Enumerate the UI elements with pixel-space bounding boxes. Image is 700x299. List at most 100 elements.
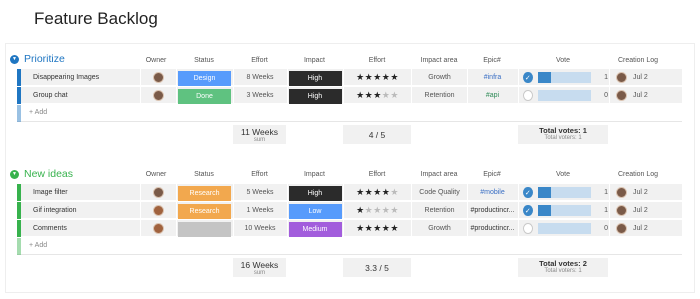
impact-cell[interactable]: High — [287, 184, 342, 201]
avatar[interactable] — [616, 72, 627, 83]
avatar[interactable] — [616, 205, 627, 216]
chevron-down-icon[interactable]: ▼ — [10, 54, 19, 64]
star-icon[interactable]: ★★★★★ — [356, 223, 399, 234]
col-header-epic: Epic# — [483, 171, 501, 178]
effort-total: 16 Weeks — [240, 260, 279, 270]
chevron-down-icon[interactable]: ▼ — [10, 169, 19, 179]
epic-cell[interactable]: #productincr... — [467, 202, 517, 219]
impact-area-cell[interactable]: Growth — [411, 69, 467, 86]
impact-cell[interactable]: High — [287, 87, 342, 104]
impact-area-cell[interactable]: Growth — [411, 220, 467, 237]
item-name[interactable]: Disappearing Images — [21, 69, 140, 86]
creation-log-cell[interactable]: Jul 2 — [609, 69, 682, 86]
impact-badge[interactable]: High — [288, 185, 342, 201]
impact-area-cell[interactable]: Retention — [411, 87, 467, 104]
vote-cell[interactable]: ✓ 1 — [518, 202, 608, 219]
rating-stars[interactable]: ★★★★★ — [343, 69, 411, 86]
vote-check-icon[interactable] — [523, 90, 533, 101]
avatar[interactable] — [616, 187, 627, 198]
vote-cell[interactable]: 0 — [518, 220, 608, 237]
impact-badge[interactable]: Low — [288, 203, 342, 219]
epic-cell[interactable]: #infra — [467, 69, 517, 86]
impact-badge[interactable]: High — [288, 88, 342, 104]
status-cell[interactable]: Research — [176, 202, 232, 219]
avatar[interactable] — [153, 223, 164, 234]
item-name[interactable]: Comments — [21, 220, 140, 237]
table-row[interactable]: Disappearing Images Design 8 Weeks High … — [17, 69, 682, 86]
status-badge[interactable]: Done — [178, 88, 231, 104]
star-icon[interactable]: ★★★★★ — [356, 90, 399, 101]
effort-cell[interactable]: 8 Weeks — [233, 69, 286, 86]
vote-check-icon[interactable] — [523, 223, 533, 234]
status-badge[interactable]: Research — [178, 185, 231, 201]
star-icon[interactable]: ★★★★★ — [356, 72, 399, 83]
rating-stars[interactable]: ★★★★★ — [343, 184, 411, 201]
add-item-row[interactable]: + Add — [17, 105, 682, 122]
creation-date: Jul 2 — [633, 189, 648, 196]
impact-cell[interactable]: Medium — [287, 220, 342, 237]
effort-cell[interactable]: 10 Weeks — [233, 220, 286, 237]
status-cell[interactable]: Research — [176, 184, 232, 201]
owner-cell[interactable] — [140, 184, 176, 201]
epic-cell[interactable]: #mobile — [467, 184, 517, 201]
group-title-prioritize[interactable]: ▼ Prioritize — [10, 53, 65, 65]
status-cell[interactable]: Done — [176, 87, 232, 104]
add-item-row[interactable]: + Add — [17, 238, 682, 255]
col-header-status: Status — [194, 57, 214, 64]
rating-stars[interactable]: ★★★★★ — [343, 220, 411, 237]
add-item-button[interactable]: + Add — [29, 109, 47, 116]
vote-check-icon[interactable]: ✓ — [523, 187, 533, 198]
vote-cell[interactable]: ✓ 1 — [518, 184, 608, 201]
epic-cell[interactable]: #api — [467, 87, 517, 104]
status-cell[interactable]: Design — [176, 69, 232, 86]
impact-badge[interactable]: Medium — [288, 221, 342, 237]
star-icon[interactable]: ★★★★★ — [356, 205, 399, 216]
col-header-creation-log: Creation Log — [617, 57, 659, 64]
effort-cell[interactable]: 3 Weeks — [233, 87, 286, 104]
table-row[interactable]: Gif integration Research 1 Weeks Low ★★★… — [17, 202, 682, 219]
impact-area-cell[interactable]: Retention — [411, 202, 467, 219]
impact-badge[interactable]: High — [288, 70, 342, 86]
vote-progress-bar — [537, 223, 592, 234]
avatar[interactable] — [153, 205, 164, 216]
status-badge[interactable]: Research — [178, 203, 231, 219]
avatar[interactable] — [153, 72, 164, 83]
impact-cell[interactable]: High — [287, 69, 342, 86]
add-item-button[interactable]: + Add — [29, 242, 47, 249]
owner-cell[interactable] — [140, 220, 176, 237]
group-title-new-ideas[interactable]: ▼ New ideas — [10, 168, 73, 180]
status-cell[interactable] — [176, 220, 232, 237]
table-row[interactable]: Image filter Research 5 Weeks High ★★★★★… — [17, 184, 682, 201]
item-name[interactable]: Group chat — [21, 87, 140, 104]
vote-check-icon[interactable]: ✓ — [523, 205, 533, 216]
avatar[interactable] — [616, 223, 627, 234]
vote-cell[interactable]: 0 — [518, 87, 608, 104]
item-name[interactable]: Image filter — [21, 184, 140, 201]
owner-cell[interactable] — [140, 202, 176, 219]
status-badge[interactable]: Design — [178, 70, 231, 86]
creation-log-cell[interactable]: Jul 2 — [609, 202, 682, 219]
vote-check-icon[interactable]: ✓ — [523, 72, 533, 83]
star-icon[interactable]: ★★★★★ — [356, 187, 399, 198]
impact-cell[interactable]: Low — [287, 202, 342, 219]
rating-stars[interactable]: ★★★★★ — [343, 87, 411, 104]
avatar[interactable] — [616, 90, 627, 101]
owner-cell[interactable] — [140, 87, 176, 104]
effort-cell[interactable]: 1 Weeks — [233, 202, 286, 219]
epic-cell[interactable]: #productincr... — [467, 220, 517, 237]
owner-cell[interactable] — [140, 69, 176, 86]
table-row[interactable]: Group chat Done 3 Weeks High ★★★★★ Reten… — [17, 87, 682, 104]
rating-stars[interactable]: ★★★★★ — [343, 202, 411, 219]
vote-cell[interactable]: ✓ 1 — [518, 69, 608, 86]
creation-date: Jul 2 — [633, 74, 648, 81]
creation-log-cell[interactable]: Jul 2 — [609, 87, 682, 104]
table-row[interactable]: Comments 10 Weeks Medium ★★★★★ Growth #p… — [17, 220, 682, 237]
avatar[interactable] — [153, 187, 164, 198]
item-name[interactable]: Gif integration — [21, 202, 140, 219]
avatar[interactable] — [153, 90, 164, 101]
status-badge[interactable] — [178, 221, 231, 237]
effort-cell[interactable]: 5 Weeks — [233, 184, 286, 201]
creation-log-cell[interactable]: Jul 2 — [609, 184, 682, 201]
impact-area-cell[interactable]: Code Quality — [411, 184, 467, 201]
creation-log-cell[interactable]: Jul 2 — [609, 220, 682, 237]
